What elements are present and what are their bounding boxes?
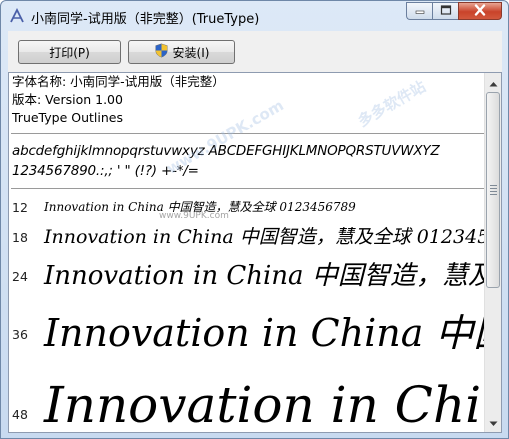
install-button-label: 安装(I) xyxy=(172,45,210,60)
sample-size-label: 24 xyxy=(12,269,28,284)
sample-size-label: 48 xyxy=(12,407,28,422)
window-controls xyxy=(406,2,502,20)
sample-size-label: 12 xyxy=(12,200,28,215)
app-window: 小南同学-试用版（非完整）(TrueType) 打印(P) 安装(I) 字体名称… xyxy=(0,0,509,439)
sample-text: Innovation in China 中国智造，慧及全球 0123456789 xyxy=(44,311,485,355)
sample-text: Innovation in China 中国智造，慧及全球 0123456789 xyxy=(44,226,485,248)
install-button[interactable]: 安装(I) xyxy=(128,40,235,64)
scroll-thumb[interactable] xyxy=(486,92,500,288)
scroll-up-button[interactable] xyxy=(486,74,501,91)
minimize-button[interactable] xyxy=(406,2,432,20)
uac-shield-icon xyxy=(154,43,169,61)
window-title: 小南同学-试用版（非完整）(TrueType) xyxy=(31,12,260,27)
maximize-button[interactable] xyxy=(432,2,458,20)
grip-icon xyxy=(489,185,497,195)
print-button-label: 打印(P) xyxy=(49,45,90,60)
arrow-up-icon xyxy=(489,76,498,90)
sample-text: Innovation in China 中国智造，慧及全球 0123456789 xyxy=(44,376,485,433)
font-info: 字体名称: 小南同学-试用版（非完整） 版本: Version 1.00 Tru… xyxy=(12,73,482,127)
charset-line-digits: 1234567890.:,; ' " (!?) +-*/= xyxy=(12,163,199,179)
maximize-icon xyxy=(440,4,452,18)
charset-line-letters: abcdefghijklmnopqrstuvwxyz ABCDEFGHIJKLM… xyxy=(12,143,440,159)
title-bar[interactable]: 小南同学-试用版（非完整）(TrueType) xyxy=(1,1,508,31)
divider xyxy=(11,133,487,134)
font-preview-pane[interactable]: 字体名称: 小南同学-试用版（非完整） 版本: Version 1.00 Tru… xyxy=(8,72,502,433)
font-version-line: 版本: Version 1.00 xyxy=(12,92,123,107)
charset-preview: abcdefghijklmnopqrstuvwxyz ABCDEFGHIJKLM… xyxy=(12,141,488,181)
sample-size-label: 18 xyxy=(12,230,28,245)
print-button[interactable]: 打印(P) xyxy=(18,40,121,64)
toolbar: 打印(P) 安装(I) xyxy=(8,31,502,72)
font-name-line: 字体名称: 小南同学-试用版（非完整） xyxy=(12,74,225,89)
divider xyxy=(11,188,487,189)
scroll-down-button[interactable] xyxy=(486,414,501,431)
font-type-line: TrueType Outlines xyxy=(12,110,123,125)
font-a-icon xyxy=(9,8,25,24)
sample-row-24: 24 Innovation in China 中国智造，慧及全球 0123456… xyxy=(9,253,485,293)
sample-text: Innovation in China 中国智造，慧及全球 0123456789 xyxy=(44,261,485,291)
sample-row-12: 12 Innovation in China 中国智造，慧及全球 0123456… xyxy=(9,197,485,217)
arrow-down-icon xyxy=(489,416,498,430)
vertical-scrollbar[interactable] xyxy=(484,73,501,432)
minimize-icon xyxy=(415,4,425,18)
sample-size-label: 36 xyxy=(12,327,28,342)
close-icon xyxy=(473,3,487,19)
sample-row-18: 18 Innovation in China 中国智造，慧及全球 0123456… xyxy=(9,221,485,251)
close-button[interactable] xyxy=(458,2,502,20)
sample-row-36: 36 Innovation in China 中国智造，慧及全球 0123456… xyxy=(9,299,485,357)
sample-row-48: 48 Innovation in China 中国智造，慧及全球 0123456… xyxy=(9,363,485,433)
sample-text: Innovation in China 中国智造，慧及全球 0123456789 xyxy=(44,200,356,214)
